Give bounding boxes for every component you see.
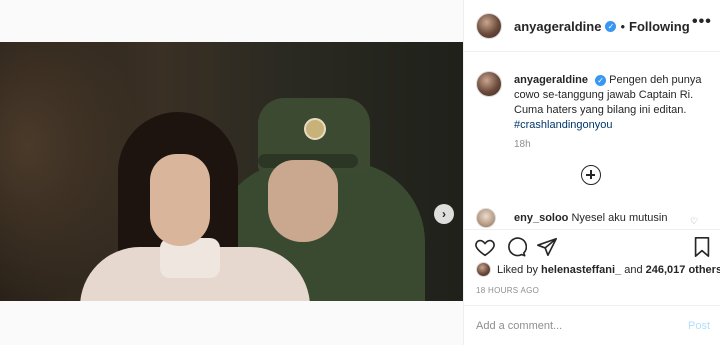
caption-timestamp: 18h (514, 139, 531, 150)
caption-username[interactable]: anyageraldine (514, 74, 588, 86)
commenter-username[interactable]: eny_soloo (514, 212, 568, 224)
author-username[interactable]: anyageraldine (514, 19, 601, 34)
separator: • (620, 19, 625, 34)
bookmark-icon[interactable] (691, 236, 713, 258)
share-icon[interactable] (536, 236, 558, 258)
comment-text: Nyesel aku mutusin (571, 212, 668, 224)
post-timestamp[interactable]: 18 HOURS AGO (476, 286, 539, 295)
heart-icon[interactable] (474, 236, 496, 258)
verified-badge-icon: ✓ (605, 21, 617, 32)
photo-cap-badge (304, 118, 326, 140)
post-comment-button[interactable]: Post (688, 320, 710, 332)
comment-item: eny_soloo Nyesel aku mutusin ♡ (476, 208, 716, 228)
post-photo[interactable]: › (0, 42, 463, 301)
post-details-pane: anyageraldine ✓ • Following ••• anyagera… (463, 0, 720, 345)
comment-like-icon[interactable]: ♡ (690, 216, 698, 227)
caption-avatar[interactable] (476, 71, 502, 97)
comment-body: eny_soloo Nyesel aku mutusin (514, 212, 667, 224)
following-button[interactable]: Following (629, 19, 690, 34)
verified-badge-icon: ✓ (595, 75, 607, 86)
likes-prefix: Liked by (497, 263, 538, 276)
comments-section: anyageraldine ✓ Pengen deh punya cowo se… (464, 53, 720, 229)
photo-soldier-face (268, 160, 338, 242)
add-comment-form: Add a comment... Post (464, 305, 720, 345)
commenter-avatar[interactable] (476, 208, 496, 228)
load-more-icon[interactable] (581, 165, 601, 185)
media-pane: › (0, 0, 463, 345)
liker-username[interactable]: helenasteffani_ (541, 264, 621, 276)
comment-icon[interactable] (505, 236, 527, 258)
caption: anyageraldine ✓ Pengen deh punya cowo se… (514, 73, 709, 133)
avatar[interactable] (476, 13, 502, 39)
hashtag-link[interactable]: #crashlandingonyou (514, 119, 612, 131)
chevron-right-icon[interactable]: › (434, 204, 454, 224)
comment-input[interactable]: Add a comment... (476, 320, 562, 332)
header-user-row: anyageraldine ✓ • Following (514, 19, 690, 34)
action-bar (464, 229, 720, 263)
likes-count[interactable]: 246,017 others (646, 264, 720, 276)
post-header: anyageraldine ✓ • Following ••• (464, 0, 720, 52)
more-options-icon[interactable]: ••• (692, 13, 712, 31)
photo-woman-face (150, 154, 210, 246)
liker-avatar[interactable] (476, 262, 491, 277)
likes-summary: Liked by helenasteffani_ and 246,017 oth… (476, 262, 720, 277)
likes-connector: and (624, 263, 643, 276)
